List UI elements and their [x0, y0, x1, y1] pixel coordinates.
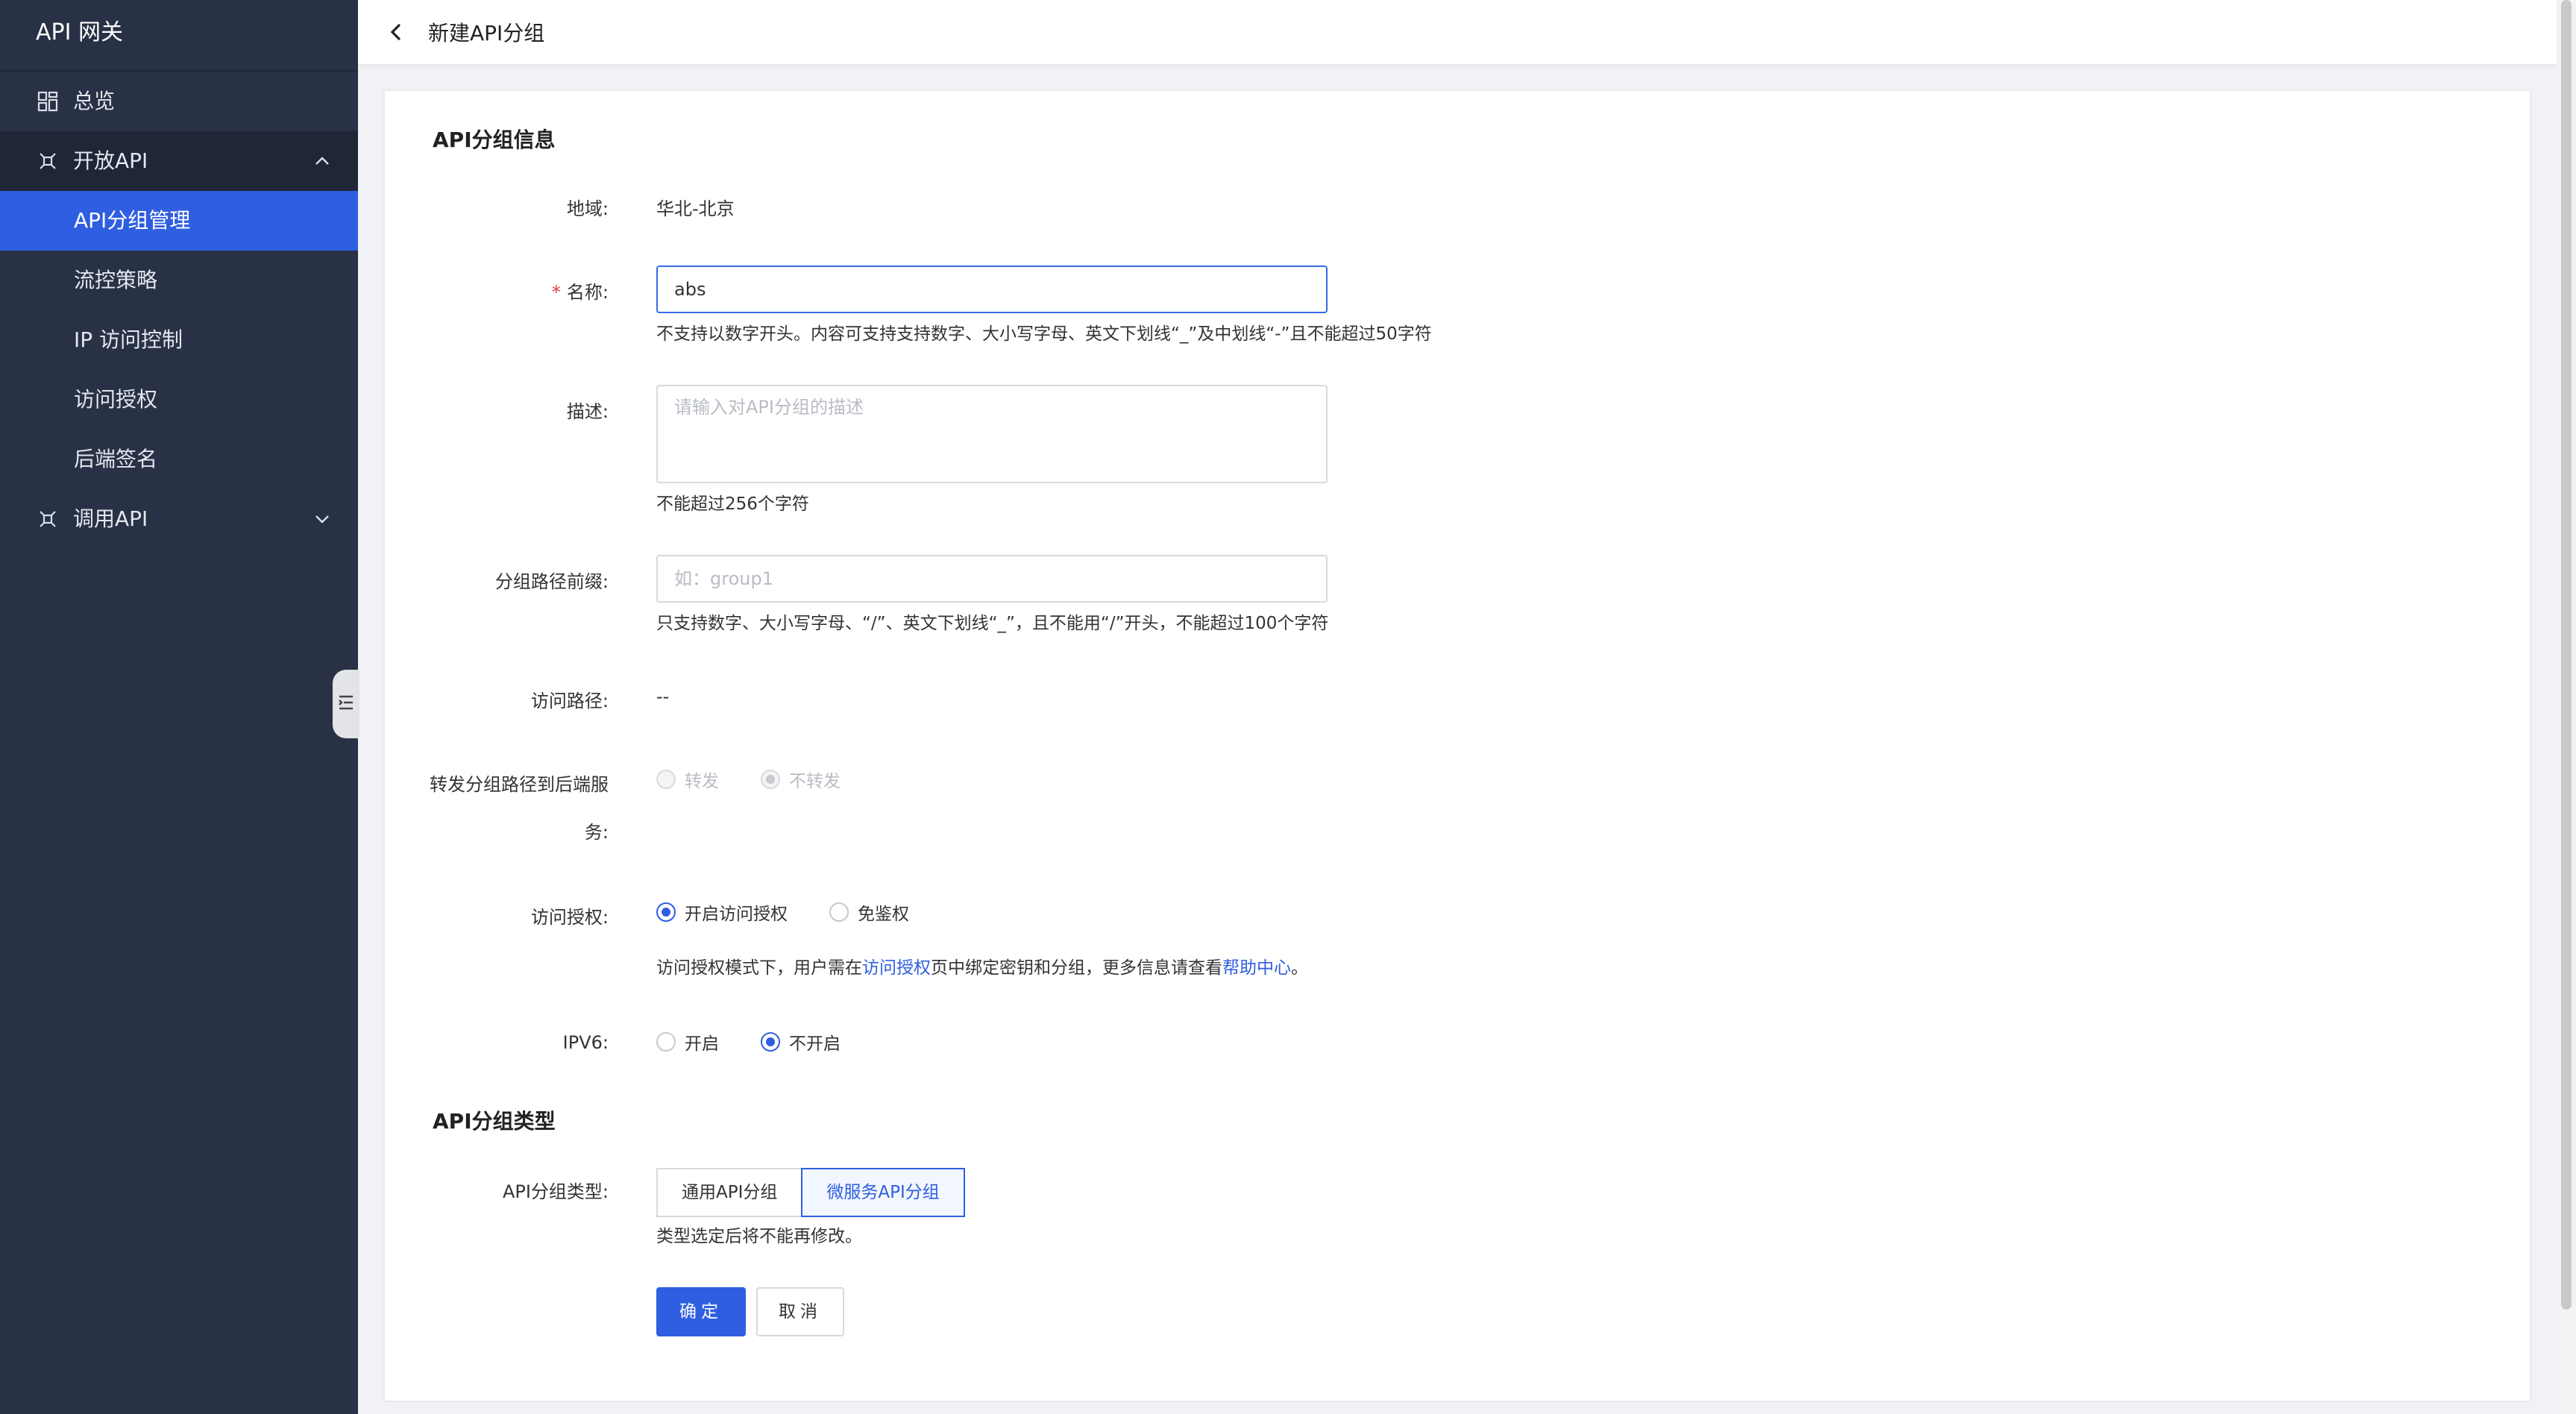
nav-overview[interactable]: 总览	[0, 72, 358, 131]
access-path-label: 访问路径:	[530, 691, 609, 711]
name-label-text: 名称:	[566, 282, 609, 303]
auth-off-label: 免鉴权	[858, 905, 909, 924]
auth-hint-text: 。	[1291, 958, 1308, 978]
nav-open-api[interactable]: 开放API	[0, 131, 358, 191]
section-title-type: API分组类型	[433, 1109, 556, 1134]
ipv6-label: IPV6:	[562, 1032, 609, 1053]
radio-dot	[656, 770, 676, 789]
forward-label-line1: 转发分组路径到后端服	[430, 774, 609, 795]
auth-hint-text: 访问授权模式下，用户需在	[656, 958, 862, 978]
access-path-value: --	[656, 686, 670, 707]
section-title-info: API分组信息	[433, 128, 556, 152]
name-label: * 名称:	[385, 277, 609, 304]
page-title: 新建API分组	[428, 21, 545, 45]
forward-label-line2: 务:	[584, 822, 609, 843]
confirm-button[interactable]: 确定	[656, 1287, 746, 1336]
nav-overview-label: 总览	[73, 89, 116, 113]
brand-title: API 网关	[0, 0, 358, 72]
auth-label: 访问授权:	[530, 907, 609, 928]
group-type-segmented: 通用API分组 微服务API分组	[656, 1168, 965, 1217]
radio-dot	[656, 1032, 676, 1052]
forward-radio-group: 转发 不转发	[656, 767, 882, 792]
ipv6-on-label: 开启	[685, 1034, 719, 1054]
forward-yes-label: 转发	[685, 772, 719, 791]
auth-on-label: 开启访问授权	[685, 905, 788, 924]
ipv6-on-radio[interactable]: 开启	[656, 1029, 719, 1055]
sidebar-item-access-auth[interactable]: 访问授权	[0, 370, 358, 430]
desc-textarea[interactable]	[656, 385, 1328, 483]
prefix-label: 分组路径前缀:	[494, 571, 609, 592]
forward-yes-radio[interactable]: 转发	[656, 767, 719, 792]
region-label: 地域:	[566, 198, 609, 219]
sidebar: API 网关 总览 开放API API分组管理 流控策略 IP 访问控制 访问授…	[0, 0, 359, 1414]
auth-radio-group: 开启访问授权 免鉴权	[656, 899, 951, 925]
scrollbar[interactable]	[2557, 0, 2576, 1414]
nav-call-api-label: 调用API	[73, 506, 148, 531]
radio-dot	[761, 770, 780, 789]
radio-dot	[656, 902, 676, 922]
list-icon	[338, 694, 354, 714]
sidebar-item-flow-control[interactable]: 流控策略	[0, 251, 358, 310]
sidebar-item-backend-sign[interactable]: 后端签名	[0, 430, 358, 489]
desc-hint: 不能超过256个字符	[656, 494, 809, 514]
form-card: API分组信息 地域: 华北-北京 *名称: 不支持以数字开头。内容可支持支持数…	[383, 89, 2531, 1402]
type-general-button[interactable]: 通用API分组	[656, 1168, 803, 1217]
region-value: 华北-北京	[656, 198, 735, 219]
forward-no-radio[interactable]: 不转发	[761, 767, 841, 792]
cancel-button[interactable]: 取消	[756, 1287, 844, 1336]
radio-dot	[761, 1032, 780, 1052]
auth-off-radio[interactable]: 免鉴权	[829, 899, 909, 925]
type-label: API分组类型:	[502, 1181, 609, 1202]
dashboard-icon	[36, 89, 60, 113]
page-header: 新建API分组	[358, 0, 2557, 64]
chevron-up-icon	[313, 131, 331, 191]
api-icon	[36, 149, 60, 173]
sidebar-collapse-handle[interactable]	[333, 670, 359, 738]
required-mark: *	[551, 282, 561, 303]
ipv6-off-label: 不开启	[789, 1034, 841, 1054]
sidebar-item-ip-control[interactable]: IP 访问控制	[0, 310, 358, 370]
name-hint: 不支持以数字开头。内容可支持支持数字、大小写字母、英文下划线“_”及中划线“-”…	[656, 324, 1432, 344]
help-center-link[interactable]: 帮助中心	[1222, 958, 1291, 978]
nav-call-api[interactable]: 调用API	[0, 489, 358, 549]
nav-open-api-label: 开放API	[73, 148, 148, 173]
auth-on-radio[interactable]: 开启访问授权	[656, 899, 788, 925]
prefix-hint: 只支持数字、大小写字母、“/”、英文下划线“_”，且不能用“/”开头，不能超过1…	[656, 614, 1329, 633]
forward-no-label: 不转发	[789, 772, 841, 791]
sidebar-item-api-group[interactable]: API分组管理	[0, 191, 358, 251]
desc-label: 描述:	[566, 401, 609, 422]
ipv6-off-radio[interactable]: 不开启	[761, 1029, 841, 1055]
open-api-submenu: API分组管理 流控策略 IP 访问控制 访问授权 后端签名	[0, 191, 358, 489]
auth-hint: 访问授权模式下，用户需在访问授权页中绑定密钥和分组，更多信息请查看帮助中心。	[656, 953, 1308, 978]
scrollbar-thumb[interactable]	[2561, 0, 2572, 1310]
type-hint: 类型选定后将不能再修改。	[656, 1227, 862, 1246]
prefix-input[interactable]	[656, 555, 1328, 603]
back-icon[interactable]	[382, 17, 412, 47]
name-input[interactable]	[656, 265, 1328, 313]
type-micro-button[interactable]: 微服务API分组	[801, 1168, 965, 1217]
ipv6-radio-group: 开启 不开启	[656, 1029, 882, 1055]
auth-hint-text: 页中绑定密钥和分组，更多信息请查看	[931, 958, 1222, 978]
api-icon	[36, 507, 60, 531]
access-auth-link[interactable]: 访问授权	[862, 958, 931, 978]
radio-dot	[829, 902, 849, 922]
chevron-down-icon	[313, 489, 331, 549]
